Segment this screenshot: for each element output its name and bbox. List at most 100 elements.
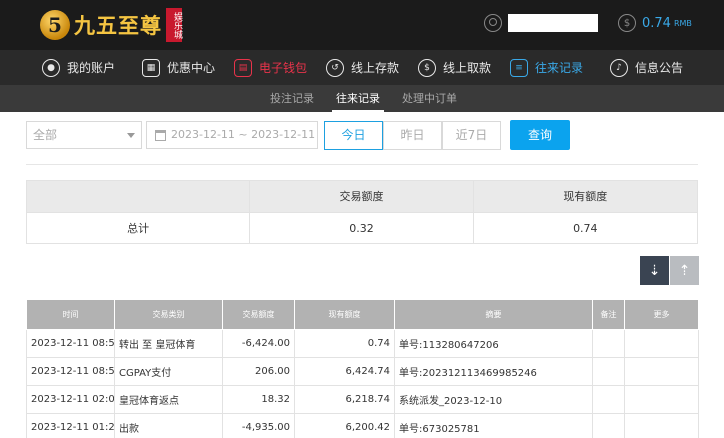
transactions-table: 时间 交易类别 交易额度 现有额度 摘要 备注 更多 2023-12-11 08… <box>26 299 699 438</box>
nav-label: 信息公告 <box>635 61 684 75</box>
summary-table: 交易额度 现有额度 总计 0.32 0.74 <box>26 180 698 244</box>
cell-remark <box>592 385 625 414</box>
gift-icon: ▦ <box>142 58 160 77</box>
nav-announcements[interactable]: ♪ 信息公告 <box>610 50 683 85</box>
table-row: 2023-12-11 08:53:50 CGPAY支付 206.00 6,424… <box>26 357 699 386</box>
calendar-icon <box>155 130 166 141</box>
cell-time: 2023-12-11 01:22:28 <box>26 413 115 438</box>
sort-descending-icon: ⇣ <box>648 262 661 279</box>
query-button[interactable]: 查询 <box>510 120 570 150</box>
divider <box>26 164 698 165</box>
cell-amount: 18.32 <box>222 385 295 414</box>
subnav-pending-orders[interactable]: 处理中订单 <box>402 85 457 112</box>
summary-header-row: 交易额度 现有额度 <box>27 181 697 212</box>
user-area: $ 0.74 RMB <box>484 14 692 32</box>
cell-amount: -6,424.00 <box>222 329 295 358</box>
withdraw-icon: $ <box>418 58 436 77</box>
summary-header-cell: 交易额度 <box>250 181 474 212</box>
cell-summary: 单号:113280647206 <box>394 329 593 358</box>
summary-header-cell: 现有额度 <box>563 190 608 203</box>
cell-type: CGPAY支付 <box>114 357 223 386</box>
summary-cell: 0.32 <box>250 213 474 243</box>
wallet-icon: ▤ <box>234 58 252 77</box>
cell-time: 2023-12-11 02:01:45 <box>26 385 115 414</box>
column-header: 更多 <box>624 299 699 330</box>
transaction-type-select[interactable]: 全部 <box>26 121 142 149</box>
currency-icon: $ <box>618 14 636 32</box>
cell-balance: 0.74 <box>294 329 395 358</box>
nav-label: 线上存款 <box>351 61 400 75</box>
cell-more[interactable] <box>624 329 699 358</box>
logo-badge: 5 <box>40 10 70 40</box>
summary-total-row: 总计 0.32 0.74 <box>27 212 697 243</box>
summary-cell: 总计 <box>27 213 251 243</box>
cell-summary: 单号:673025781 <box>394 413 593 438</box>
column-header: 摘要 <box>394 299 593 330</box>
cell-time: 2023-12-11 08:54:14 <box>26 329 115 358</box>
cell-amount: 206.00 <box>222 357 295 386</box>
sort-ascending-icon: ⇡ <box>678 262 691 279</box>
table-header-row: 时间 交易类别 交易额度 现有额度 摘要 备注 更多 <box>26 299 699 330</box>
column-header: 交易额度 <box>222 299 295 330</box>
sub-nav: 投注记录 往来记录 处理中订单 <box>0 85 724 112</box>
nav-label: 我的账户 <box>67 61 116 75</box>
main-nav: ● 我的账户 ▦ 优惠中心 ▤ 电子钱包 ↺ 线上存款 $ 线上取款 ≡ 往来记… <box>0 50 724 85</box>
nav-online-deposit[interactable]: ↺ 线上存款 <box>326 50 399 85</box>
cell-more[interactable] <box>624 385 699 414</box>
cell-time: 2023-12-11 08:53:50 <box>26 357 115 386</box>
cell-more[interactable] <box>624 413 699 438</box>
nav-label: 线上取款 <box>443 61 492 75</box>
sort-ascending-button[interactable]: ⇡ <box>670 256 699 285</box>
logo-text: 九五至尊 <box>74 13 162 38</box>
subnav-bet-records[interactable]: 投注记录 <box>270 85 314 112</box>
summary-header-cell <box>27 181 251 212</box>
cell-type: 皇冠体育返点 <box>114 385 223 414</box>
site-logo[interactable]: 5 九五至尊 娱乐城 <box>40 6 182 44</box>
sort-descending-button[interactable]: ⇣ <box>640 256 669 285</box>
cell-remark <box>592 413 625 438</box>
nav-my-account[interactable]: ● 我的账户 <box>42 50 115 85</box>
cell-summary: 单号:202312113469985246 <box>394 357 593 386</box>
summary-cell: 0.74 <box>573 222 598 235</box>
bell-icon: ♪ <box>610 58 628 77</box>
subnav-transaction-records[interactable]: 往来记录 <box>332 85 384 112</box>
logo-tag: 娱乐城 <box>166 8 182 42</box>
user-avatar-icon[interactable] <box>484 14 502 32</box>
cell-balance: 6,424.74 <box>294 357 395 386</box>
nav-online-withdraw[interactable]: $ 线上取款 <box>418 50 491 85</box>
cell-amount: -4,935.00 <box>222 413 295 438</box>
cell-type: 转出 至 皇冠体育 <box>114 329 223 358</box>
cell-more[interactable] <box>624 357 699 386</box>
nav-promotions[interactable]: ▦ 优惠中心 <box>142 50 215 85</box>
date-range-picker[interactable]: 2023-12-11 ~ 2023-12-11 <box>146 121 318 149</box>
nav-label: 往来记录 <box>535 61 584 75</box>
column-header: 时间 <box>26 299 115 330</box>
nav-label: 优惠中心 <box>167 61 216 75</box>
cell-balance: 6,218.74 <box>294 385 395 414</box>
user-icon: ● <box>42 58 60 77</box>
nav-e-wallet[interactable]: ▤ 电子钱包 <box>234 50 307 85</box>
column-header: 现有额度 <box>294 299 395 330</box>
cell-balance: 6,200.42 <box>294 413 395 438</box>
table-row: 2023-12-11 01:22:28 出款 -4,935.00 6,200.4… <box>26 413 699 438</box>
range-7days-button[interactable]: 近7日 <box>442 121 501 150</box>
currency-label: RMB <box>673 18 692 28</box>
table-row: 2023-12-11 08:54:14 转出 至 皇冠体育 -6,424.00 … <box>26 329 699 358</box>
nav-transaction-records[interactable]: ≡ 往来记录 <box>510 50 583 85</box>
cell-type: 出款 <box>114 413 223 438</box>
nav-label: 电子钱包 <box>259 61 308 75</box>
column-header: 交易类别 <box>114 299 223 330</box>
top-header: 5 九五至尊 娱乐城 $ 0.74 RMB <box>0 0 724 50</box>
range-yesterday-button[interactable]: 昨日 <box>383 121 442 150</box>
records-icon: ≡ <box>510 58 528 77</box>
deposit-icon: ↺ <box>326 58 344 77</box>
date-range-value: 2023-12-11 ~ 2023-12-11 <box>171 128 316 141</box>
cell-summary: 系统派发_2023-12-10 <box>394 385 593 414</box>
username-redacted <box>508 14 598 32</box>
column-header: 备注 <box>592 299 625 330</box>
range-today-button[interactable]: 今日 <box>324 121 383 150</box>
account-balance: 0.74 <box>642 15 671 31</box>
cell-remark <box>592 329 625 358</box>
cell-remark <box>592 357 625 386</box>
table-row: 2023-12-11 02:01:45 皇冠体育返点 18.32 6,218.7… <box>26 385 699 414</box>
